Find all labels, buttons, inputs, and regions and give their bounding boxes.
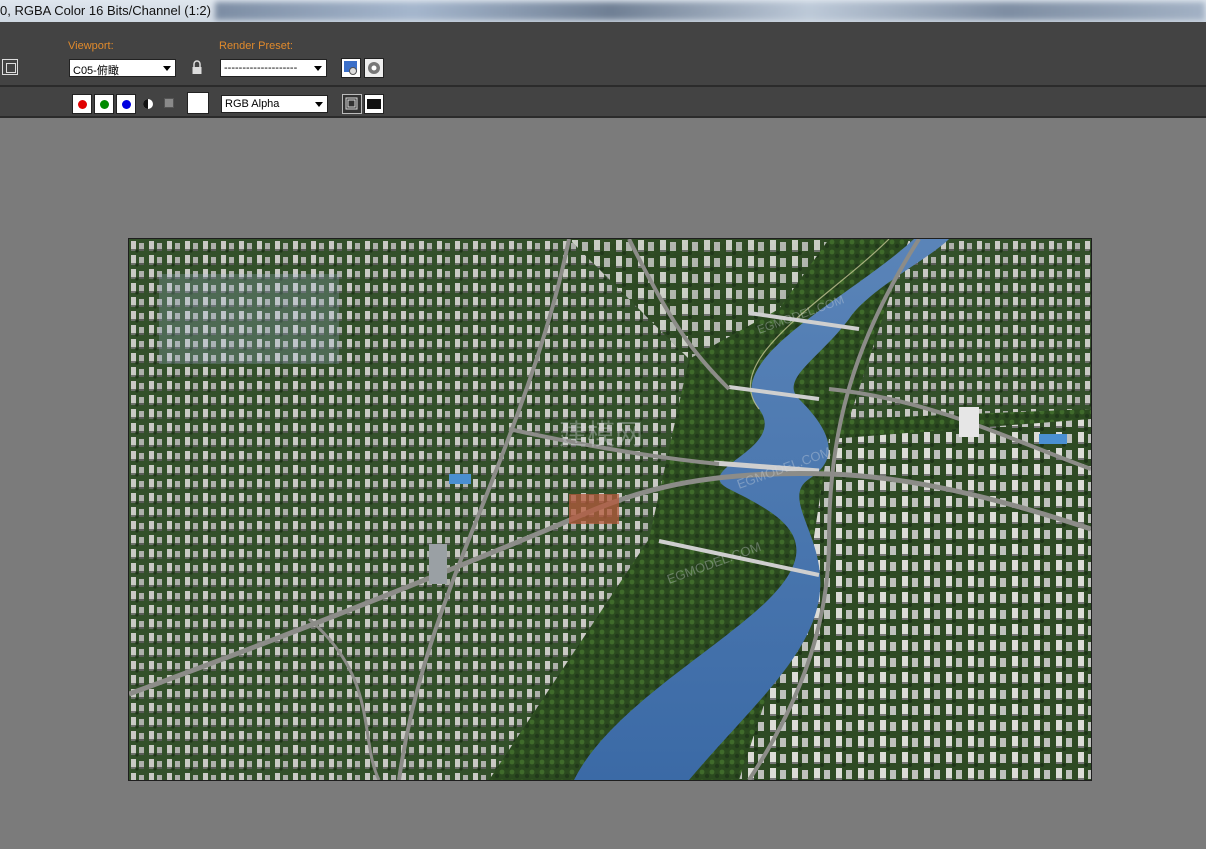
channel-dropdown[interactable]: RGB Alpha [221, 95, 328, 113]
window-title: 0, RGBA Color 16 Bits/Channel (1:2) [0, 3, 211, 18]
window-titlebar: 0, RGBA Color 16 Bits/Channel (1:2) [0, 0, 1206, 22]
clear-icon[interactable] [164, 98, 174, 108]
red-channel-button[interactable] [72, 94, 92, 114]
environment-icon[interactable] [364, 58, 384, 78]
green-dot-icon [100, 100, 109, 109]
watermark-logo: 建模网 [559, 419, 643, 450]
display-alpha-icon[interactable] [342, 94, 362, 114]
red-dot-icon [78, 100, 87, 109]
frame-icon[interactable] [2, 59, 18, 75]
render-preset-value: -------------------- [224, 62, 298, 74]
chevron-down-icon [315, 102, 323, 107]
blue-channel-button[interactable] [116, 94, 136, 114]
render-preset-label: Render Preset: [219, 40, 293, 52]
city-render-illustration: 建模网 EGMODEL.COM EGMODEL.COM EGMODEL.COM [129, 239, 1091, 780]
channel-value: RGB Alpha [225, 98, 280, 110]
chevron-down-icon [314, 66, 322, 71]
render-setup-icon[interactable] [341, 58, 361, 78]
blue-dot-icon [122, 100, 131, 109]
color-swatch[interactable] [187, 92, 209, 114]
rendered-city-image: 建模网 EGMODEL.COM EGMODEL.COM EGMODEL.COM [128, 238, 1092, 781]
monochrome-icon[interactable] [142, 97, 154, 109]
viewport-dropdown[interactable]: C05-俯瞰 [69, 59, 176, 77]
display-mono-icon[interactable] [364, 94, 384, 114]
viewport-value: C05-俯瞰 [73, 65, 119, 77]
lock-icon[interactable] [189, 59, 205, 77]
render-toolbar: Viewport: C05-俯瞰 Render Preset: --------… [0, 22, 1206, 118]
viewport-label: Viewport: [68, 40, 114, 52]
render-preset-dropdown[interactable]: -------------------- [220, 59, 327, 77]
toolbar-divider [0, 85, 1206, 87]
chevron-down-icon [163, 66, 171, 71]
green-channel-button[interactable] [94, 94, 114, 114]
titlebar-blurred-area [215, 2, 1205, 20]
